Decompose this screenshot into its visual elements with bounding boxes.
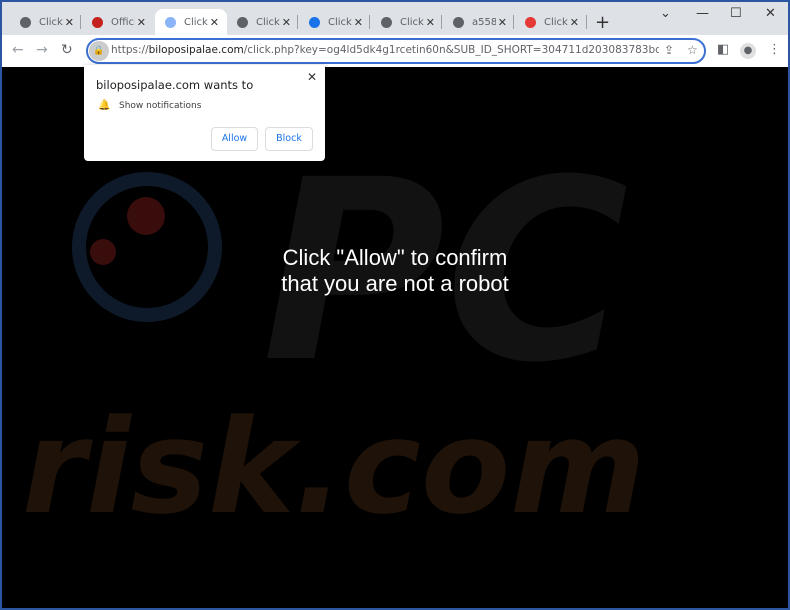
address-bar[interactable]: 🔒 https://biloposipalae.com/click.php?ke…	[86, 38, 706, 64]
tab-3[interactable]: Click ✕	[227, 9, 299, 35]
tab-close-icon[interactable]: ✕	[498, 16, 507, 29]
tab-label: a558	[472, 16, 496, 28]
menu-kebab-icon[interactable]: ⋮	[768, 42, 781, 57]
tab-separator	[441, 15, 442, 29]
permission-label: Show notifications	[119, 101, 202, 111]
lock-icon[interactable]: 🔒	[89, 41, 109, 61]
popup-title: biloposipalae.com wants to	[96, 78, 254, 92]
share-icon[interactable]: ⇪	[664, 43, 674, 57]
tab-close-icon[interactable]: ✕	[282, 16, 291, 29]
tab-label: Offici	[111, 16, 135, 28]
tab-strip: Click ✕ Offici ✕ Click ✕ Click ✕ Click ✕ Click ✕ a55…	[2, 2, 788, 35]
tab-search-icon[interactable]: ⌄	[660, 6, 671, 21]
bell-icon: 🔔	[98, 100, 111, 111]
shield-icon	[92, 16, 103, 28]
url-scheme: https://	[111, 44, 149, 56]
tab-close-icon[interactable]: ✕	[354, 16, 363, 29]
tab-close-icon[interactable]: ✕	[570, 16, 579, 29]
close-window-button[interactable]: ✕	[765, 6, 776, 21]
tab-close-icon[interactable]: ✕	[210, 16, 219, 29]
globe-icon	[237, 16, 248, 28]
tab-label: Click	[328, 16, 352, 28]
maximize-button[interactable]: ☐	[730, 6, 742, 21]
tab-5[interactable]: Click ✕	[371, 9, 443, 35]
tab-close-icon[interactable]: ✕	[65, 16, 74, 29]
tab-0[interactable]: Click ✕	[10, 9, 82, 35]
tab-label: Click	[39, 16, 63, 28]
tab-1[interactable]: Offici ✕	[82, 9, 154, 35]
message-line-2: that you are not a robot	[281, 271, 509, 296]
robot-message: Click "Allow" to confirm that you are no…	[2, 245, 788, 297]
back-button[interactable]: ←	[12, 42, 24, 58]
reload-button[interactable]: ↻	[61, 42, 73, 58]
tab-separator	[369, 15, 370, 29]
forward-button[interactable]: →	[36, 42, 48, 58]
globe-icon	[381, 16, 392, 28]
popup-close-icon[interactable]: ✕	[307, 70, 317, 84]
url-path: /click.php?key=og4ld5dk4g1rcetin60n&SUB_…	[243, 44, 659, 56]
tab-6[interactable]: a558 ✕	[443, 9, 515, 35]
allow-button[interactable]: Allow	[211, 127, 258, 151]
tab-separator	[80, 15, 81, 29]
arrows-icon	[165, 16, 176, 28]
tab-label: Click	[184, 16, 208, 28]
globe-icon	[20, 16, 31, 28]
tab-4[interactable]: Click ✕	[299, 9, 371, 35]
tab-7[interactable]: Click ✕	[515, 9, 587, 35]
message-line-1: Click "Allow" to confirm	[282, 245, 508, 270]
toolbar: ← → ↻ 🔒 https://biloposipalae.com/click.…	[2, 35, 788, 67]
block-button[interactable]: Block	[265, 127, 313, 151]
tab-separator	[297, 15, 298, 29]
new-tab-button[interactable]: +	[595, 12, 610, 33]
minimize-button[interactable]: —	[696, 6, 709, 21]
tab-separator	[513, 15, 514, 29]
globe-icon	[453, 16, 464, 28]
refresh-c-icon	[309, 16, 320, 28]
profile-avatar-icon[interactable]: ●	[740, 43, 756, 59]
tab-label: Click	[400, 16, 424, 28]
bookmark-star-icon[interactable]: ☆	[687, 43, 698, 57]
tab-label: Click	[256, 16, 280, 28]
notification-permission-popup: biloposipalae.com wants to ✕ 🔔 Show noti…	[84, 65, 325, 161]
side-panel-icon[interactable]: ◧	[717, 42, 729, 57]
url-domain: biloposipalae.com	[148, 44, 244, 56]
tab-2[interactable]: Click ✕	[155, 9, 227, 35]
url-text[interactable]: https://biloposipalae.com/click.php?key=…	[111, 44, 659, 56]
tab-label: Click	[544, 16, 568, 28]
red-circle-icon	[525, 16, 536, 28]
browser-window: Click ✕ Offici ✕ Click ✕ Click ✕ Click ✕ Click ✕ a55…	[2, 2, 788, 608]
tab-close-icon[interactable]: ✕	[137, 16, 146, 29]
watermark-dot	[127, 197, 165, 235]
tab-separator	[586, 15, 587, 29]
tab-close-icon[interactable]: ✕	[426, 16, 435, 29]
